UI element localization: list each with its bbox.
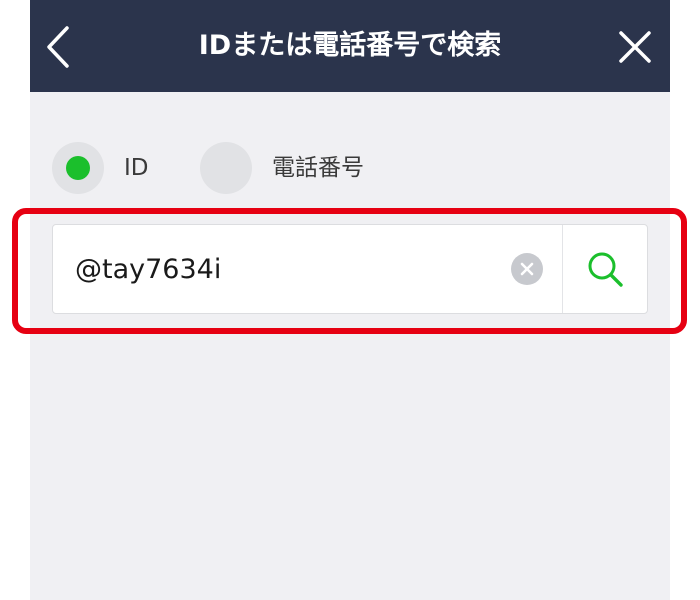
search-input[interactable] (75, 225, 495, 313)
radio-label-id: ID (124, 155, 149, 181)
search-button[interactable] (563, 225, 647, 313)
search-box (52, 224, 648, 314)
close-icon (619, 31, 651, 63)
radio-button-id[interactable] (52, 142, 104, 194)
radio-unselected-dot (214, 156, 238, 180)
radio-label-phone: 電話番号 (272, 155, 364, 181)
radio-option-id[interactable]: ID (52, 142, 192, 194)
radio-button-phone[interactable] (200, 142, 252, 194)
search-icon (588, 252, 623, 287)
close-button[interactable] (616, 28, 654, 66)
radio-option-phone[interactable]: 電話番号 (200, 142, 400, 194)
page-title: IDまたは電話番号で検索 (198, 30, 502, 61)
clear-button[interactable] (511, 253, 543, 285)
clear-icon (520, 262, 534, 276)
screen: IDまたは電話番号で検索 ID 電話番号 (12, 0, 687, 600)
back-button[interactable] (40, 22, 80, 72)
chevron-left-icon (47, 26, 69, 68)
header-bar: IDまたは電話番号で検索 (30, 0, 670, 92)
radio-selected-dot (66, 156, 90, 180)
